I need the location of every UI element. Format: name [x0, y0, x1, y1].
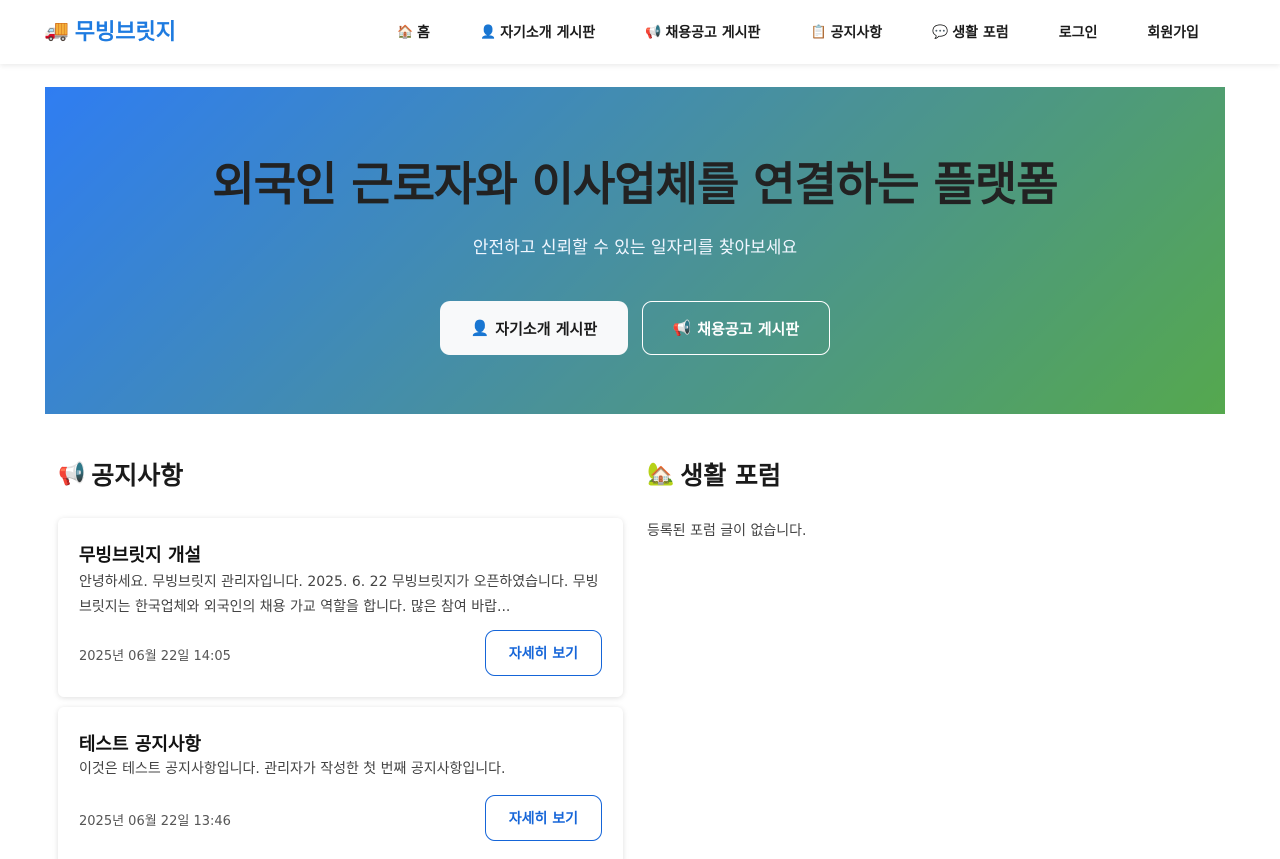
- nav-forum[interactable]: 💬 생활 포럼: [907, 22, 1034, 42]
- top-navbar: 🚚 무빙브릿지 🏠 홈 👤 자기소개 게시판 📢 채용공고 게시판 📋 공지사항…: [0, 0, 1280, 64]
- nav-links: 🏠 홈 👤 자기소개 게시판 📢 채용공고 게시판 📋 공지사항 💬 생활 포럼…: [372, 0, 1224, 64]
- notice-date: 2025년 06월 22일 14:05: [79, 649, 231, 664]
- notice-title: 테스트 공지사항: [79, 734, 202, 755]
- forum-heading-label: 생활 포럼: [680, 461, 782, 490]
- speech-bubble-icon: 💬: [932, 24, 949, 40]
- nav-jobs-board[interactable]: 📢 채용공고 게시판: [620, 22, 785, 42]
- nav-home[interactable]: 🏠 홈: [372, 22, 455, 42]
- clipboard-icon: 📋: [810, 24, 827, 40]
- nav-notices[interactable]: 📋 공지사항: [786, 22, 908, 42]
- hero-intro-board-button[interactable]: 👤 자기소개 게시판: [440, 301, 628, 355]
- house-garden-icon: 🏡: [647, 461, 675, 487]
- notice-detail-button[interactable]: 자세히 보기: [485, 630, 602, 676]
- person-icon: 👤: [470, 319, 490, 337]
- nav-login-label: 로그인: [1058, 25, 1098, 41]
- nav-signup[interactable]: 회원가입: [1122, 22, 1224, 42]
- truck-icon: 🚚: [44, 18, 69, 42]
- megaphone-icon: 📢: [672, 319, 692, 337]
- notice-card: 무빙브릿지 개설 안녕하세요. 무빙브릿지 관리자입니다. 2025. 6. 2…: [58, 518, 623, 697]
- forum-empty-message: 등록된 포럼 글이 없습니다.: [647, 523, 807, 539]
- nav-notices-label: 공지사항: [830, 25, 883, 41]
- hero-banner: 외국인 근로자와 이사업체를 연결하는 플랫폼 안전하고 신뢰할 수 있는 일자…: [45, 87, 1225, 414]
- hero-title: 외국인 근로자와 이사업체를 연결하는 플랫폼: [212, 157, 1058, 211]
- house-icon: 🏠: [396, 24, 414, 40]
- forum-heading: 🏡 생활 포럼: [647, 456, 781, 492]
- hero-jobs-board-label: 채용공고 게시판: [697, 319, 800, 338]
- brand-name: 무빙브릿지: [74, 20, 177, 45]
- nav-home-label: 홈: [417, 25, 431, 41]
- notices-heading-label: 공지사항: [91, 461, 184, 490]
- nav-intro-board[interactable]: 👤 자기소개 게시판: [455, 22, 620, 42]
- notice-title: 무빙브릿지 개설: [79, 545, 202, 566]
- brand-logo[interactable]: 🚚 무빙브릿지: [44, 14, 176, 46]
- nav-jobs-board-label: 채용공고 게시판: [665, 25, 761, 41]
- notice-detail-button[interactable]: 자세히 보기: [485, 795, 602, 841]
- person-icon: 👤: [480, 24, 497, 40]
- nav-signup-label: 회원가입: [1147, 25, 1199, 41]
- notice-excerpt: 이것은 테스트 공지사항입니다. 관리자가 작성한 첫 번째 공지사항입니다.: [79, 761, 506, 777]
- notice-date: 2025년 06월 22일 13:46: [79, 814, 231, 829]
- megaphone-icon: 📢: [58, 461, 86, 487]
- nav-login[interactable]: 로그인: [1034, 22, 1123, 42]
- hero-subtitle: 안전하고 신뢰할 수 있는 일자리를 찾아보세요: [472, 238, 798, 258]
- notice-excerpt: 안녕하세요. 무빙브릿지 관리자입니다. 2025. 6. 22 무빙브릿지가 …: [79, 574, 599, 615]
- nav-intro-board-label: 자기소개 게시판: [500, 25, 596, 41]
- megaphone-icon: 📢: [645, 24, 662, 40]
- notice-card: 테스트 공지사항 이것은 테스트 공지사항입니다. 관리자가 작성한 첫 번째 …: [58, 707, 623, 859]
- nav-forum-label: 생활 포럼: [952, 25, 1009, 41]
- hero-intro-board-label: 자기소개 게시판: [495, 319, 598, 338]
- notices-heading: 📢 공지사항: [58, 456, 183, 492]
- hero-jobs-board-button[interactable]: 📢 채용공고 게시판: [642, 301, 830, 355]
